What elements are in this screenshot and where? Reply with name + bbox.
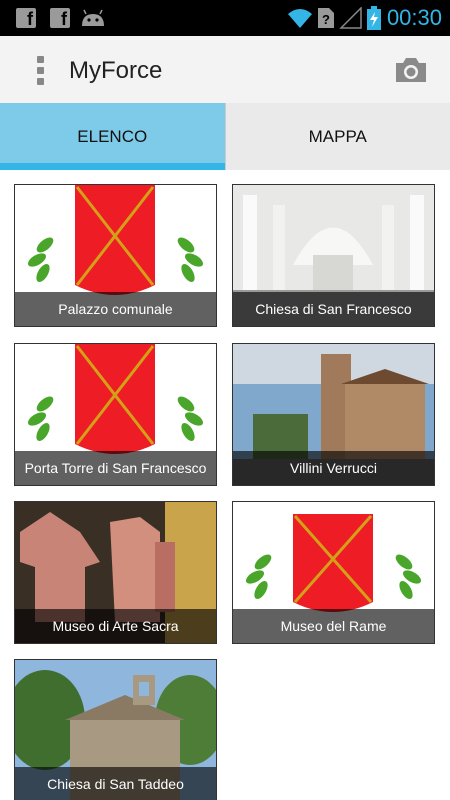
place-name: Museo di Arte Sacra [15, 609, 216, 643]
place-tile-museo-arte-sacra[interactable]: Museo di Arte Sacra [14, 501, 217, 644]
android-icon [82, 9, 104, 26]
place-name: Palazzo comunale [15, 292, 216, 326]
place-name: Museo del Rame [233, 609, 434, 643]
cell-signal-icon [339, 7, 362, 29]
app-title: MyForce [69, 57, 163, 84]
place-tile-chiesa-san-taddeo[interactable]: Chiesa di San Taddeo [14, 659, 217, 800]
place-name: Chiesa di San Taddeo [15, 767, 216, 800]
places-grid: Palazzo comunale Chiesa di San Francesco [0, 170, 450, 800]
facebook-icon: f [16, 8, 36, 28]
status-time: 00:30 [386, 5, 442, 30]
place-tile-porta-torre[interactable]: Porta Torre di San Francesco [14, 343, 217, 486]
no-sim-icon: ? [317, 8, 334, 28]
svg-text:?: ? [322, 12, 330, 27]
action-bar: MyForce [0, 36, 450, 103]
status-bar: f f ? 00:30 [0, 0, 450, 36]
tab-mappa[interactable]: MAPPA [224, 103, 450, 170]
place-tile-palazzo-comunale[interactable]: Palazzo comunale [14, 184, 217, 327]
place-name: Porta Torre di San Francesco [15, 451, 216, 485]
place-tile-chiesa-san-francesco[interactable]: Chiesa di San Francesco [232, 184, 435, 327]
place-tile-villini-verrucci[interactable]: Villini Verrucci [232, 343, 435, 486]
overflow-menu-icon[interactable] [33, 56, 47, 86]
wifi-icon [287, 9, 312, 28]
battery-charging-icon [366, 6, 381, 30]
camera-icon[interactable] [394, 56, 428, 84]
place-name: Villini Verrucci [233, 451, 434, 485]
tab-bar: ELENCO MAPPA [0, 103, 450, 170]
tab-elenco[interactable]: ELENCO [0, 103, 225, 170]
place-tile-museo-del-rame[interactable]: Museo del Rame [232, 501, 435, 644]
place-name: Chiesa di San Francesco [233, 292, 434, 326]
facebook-icon: f [50, 8, 70, 28]
